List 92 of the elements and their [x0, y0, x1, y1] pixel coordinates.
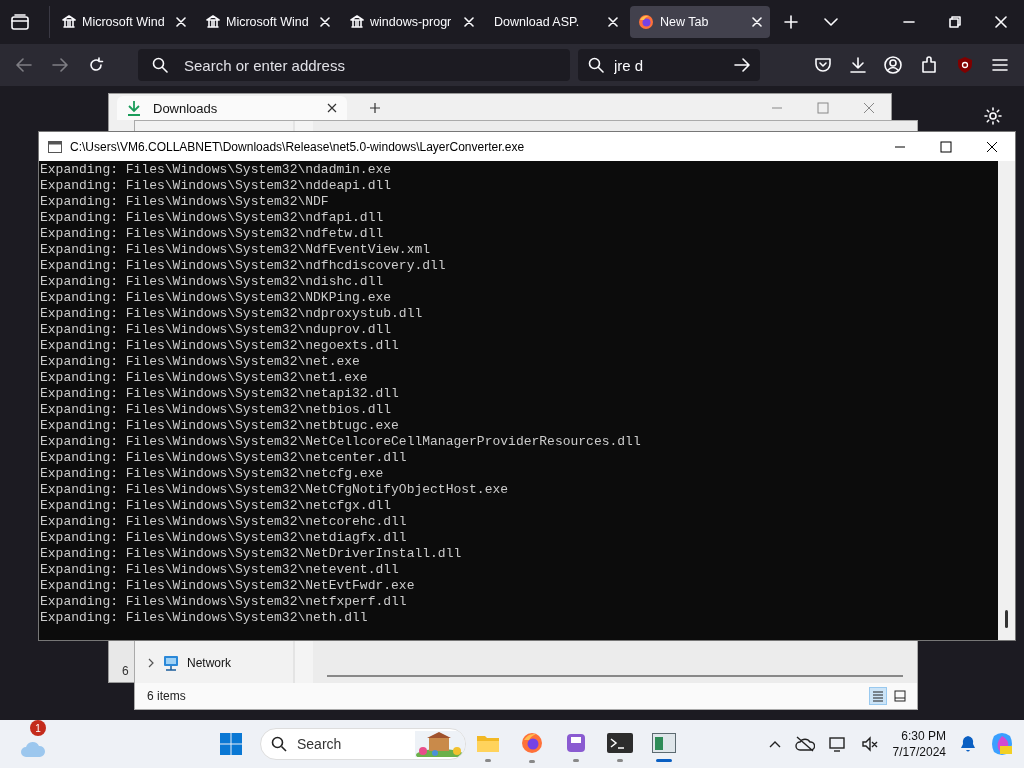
console-line: Expanding: Files\Windows\System32\ndproxystub.dll: [39, 306, 424, 322]
maximize-icon[interactable]: [940, 140, 952, 153]
shield-extension-icon[interactable]: [956, 56, 974, 74]
app-icon[interactable]: [566, 732, 586, 753]
scrollbar-thumb[interactable]: [1005, 610, 1008, 628]
settings-icon[interactable]: [984, 107, 1002, 125]
search-field[interactable]: Search: [295, 735, 407, 753]
start-icon[interactable]: [220, 733, 242, 755]
console-line: Expanding: Files\Windows\System32\NetDriverInstall.dll: [39, 546, 463, 562]
tiles-view-icon: [894, 690, 906, 702]
network-icon: [163, 655, 179, 671]
terminal-icon[interactable]: [607, 732, 633, 753]
search-icon: [271, 736, 287, 752]
console-line: Expanding: Files\Windows\System32\NdfEventView.xml: [39, 242, 432, 258]
console-line: Expanding: Files\Windows\System32\netdiagfx.dll: [39, 530, 408, 546]
firefox-icon[interactable]: [521, 731, 543, 754]
console-line: Expanding: Files\Windows\System32\NetEvtFwdr.exe: [39, 578, 416, 594]
console-app-icon: [48, 140, 62, 153]
download-icon: [127, 100, 141, 116]
details-view-icon: [872, 690, 884, 702]
chevron-right-icon[interactable]: [147, 658, 155, 668]
extensions-icon[interactable]: [920, 56, 938, 74]
console-window-icon[interactable]: [652, 732, 676, 753]
view-button[interactable]: [869, 687, 887, 705]
new-tab-icon[interactable]: [369, 102, 381, 114]
close-icon[interactable]: [327, 103, 337, 113]
console-line: Expanding: Files\Windows\System32\nduprov.dll: [39, 322, 393, 338]
search-field[interactable]: jre d: [612, 55, 726, 75]
scrollbar[interactable]: [327, 675, 903, 677]
browser-tab[interactable]: Microsoft Wind: [198, 6, 338, 38]
reload-icon[interactable]: [88, 57, 104, 73]
console-line: Expanding: Files\Windows\System32\netapi32.dll: [39, 386, 400, 402]
window-title: C:\Users\VM6.COLLABNET\Downloads\Release\net5.0-windows\LayerConverter.exe: [70, 139, 525, 154]
copilot-icon[interactable]: [990, 732, 1014, 756]
console-line: Expanding: Files\Windows\System32\NetCfgNotifyObjectHost.exe: [39, 482, 510, 498]
console-line: Expanding: Files\Windows\System32\netcfg.exe: [39, 466, 385, 482]
console-line: Expanding: Files\Windows\System32\ndishc.dll: [39, 274, 385, 290]
console-line: Expanding: Files\Windows\System32\ndfapi.dll: [39, 210, 385, 226]
clock-time[interactable]: 6:30 PM: [901, 728, 946, 744]
search-icon: [588, 57, 604, 73]
notification-badge: 1: [30, 720, 46, 736]
console-line: Expanding: Files\Windows\System32\negoexts.dll: [39, 338, 400, 354]
browser-tab[interactable]: Download ASP.: [486, 6, 626, 38]
view-button[interactable]: [891, 687, 909, 705]
account-icon[interactable]: [884, 56, 902, 74]
console-line: Expanding: Files\Windows\System32\netevent.dll: [39, 562, 400, 578]
console-line: Expanding: Files\Windows\System32\netcorehc.dll: [39, 514, 408, 530]
search-icon: [152, 57, 168, 73]
pocket-icon[interactable]: [814, 57, 832, 73]
console-line: Expanding: Files\Windows\System32\netbtugc.exe: [39, 418, 400, 434]
status-text: 6: [122, 664, 129, 678]
console-line: Expanding: Files\Windows\System32\NetCellcoreCellManagerProviderResources.dll: [39, 434, 642, 450]
building-icon: [62, 15, 76, 29]
console-line: Expanding: Files\Windows\System32\net.exe: [39, 354, 361, 370]
console-line: Expanding: Files\Windows\System32\ndfetw.dll: [39, 226, 385, 242]
search-bar[interactable]: Search: [260, 728, 466, 760]
download-icon[interactable]: [850, 57, 866, 73]
bell-icon[interactable]: [960, 735, 976, 753]
browser-tab[interactable]: Microsoft Wind: [54, 6, 194, 38]
console-line: Expanding: Files\Windows\System32\net1.exe: [39, 370, 369, 386]
firefox-icon: [638, 14, 654, 30]
browser-tab[interactable]: New Tab: [630, 6, 770, 38]
console-line: Expanding: Files\Windows\System32\ndfhcdiscovery.dll: [39, 258, 447, 274]
building-icon: [350, 15, 364, 29]
clock-date[interactable]: 7/17/2024: [892, 744, 946, 760]
explorer-tab[interactable]: Downloads: [117, 96, 347, 120]
speaker-muted-icon[interactable]: [860, 736, 879, 752]
status-text: 6 items: [147, 689, 186, 703]
browser-tab[interactable]: windows-progr: [342, 6, 482, 38]
address-bar[interactable]: Search or enter address: [138, 49, 570, 81]
go-arrow-icon[interactable]: [734, 58, 750, 72]
chevron-up-icon[interactable]: [768, 740, 781, 748]
console-line: Expanding: Files\Windows\System32\netcenter.dll: [39, 450, 408, 466]
console-line: Expanding: Files\Windows\System32\NDF: [39, 194, 330, 210]
console-line: Expanding: Files\Windows\System32\netcfgx.dll: [39, 498, 393, 514]
console-line: Expanding: Files\Windows\System32\neth.dll: [39, 610, 369, 626]
console-line: Expanding: Files\Windows\System32\netfxperf.dll: [39, 594, 408, 610]
console-line: Expanding: Files\Windows\System32\nddeapi.dll: [39, 178, 393, 194]
console-line: Expanding: Files\Windows\System32\ndadmin.exe: [39, 162, 393, 178]
menu-icon[interactable]: [992, 58, 1008, 72]
console-line: Expanding: Files\Windows\System32\NDKPing.exe: [39, 290, 393, 306]
restore-icon[interactable]: [949, 16, 961, 28]
tab-list-icon[interactable]: [11, 14, 29, 30]
monitor-icon[interactable]: [828, 736, 847, 752]
address-field[interactable]: Search or enter address: [182, 55, 570, 75]
building-icon: [206, 15, 220, 29]
cloud-off-icon[interactable]: [794, 736, 815, 752]
console-line: Expanding: Files\Windows\System32\netbios.dll: [39, 402, 393, 418]
chevron-down-icon[interactable]: [824, 17, 838, 27]
search-bar[interactable]: jre d: [578, 49, 760, 81]
close-icon[interactable]: [986, 140, 998, 153]
tree-item[interactable]: Network: [135, 653, 293, 673]
